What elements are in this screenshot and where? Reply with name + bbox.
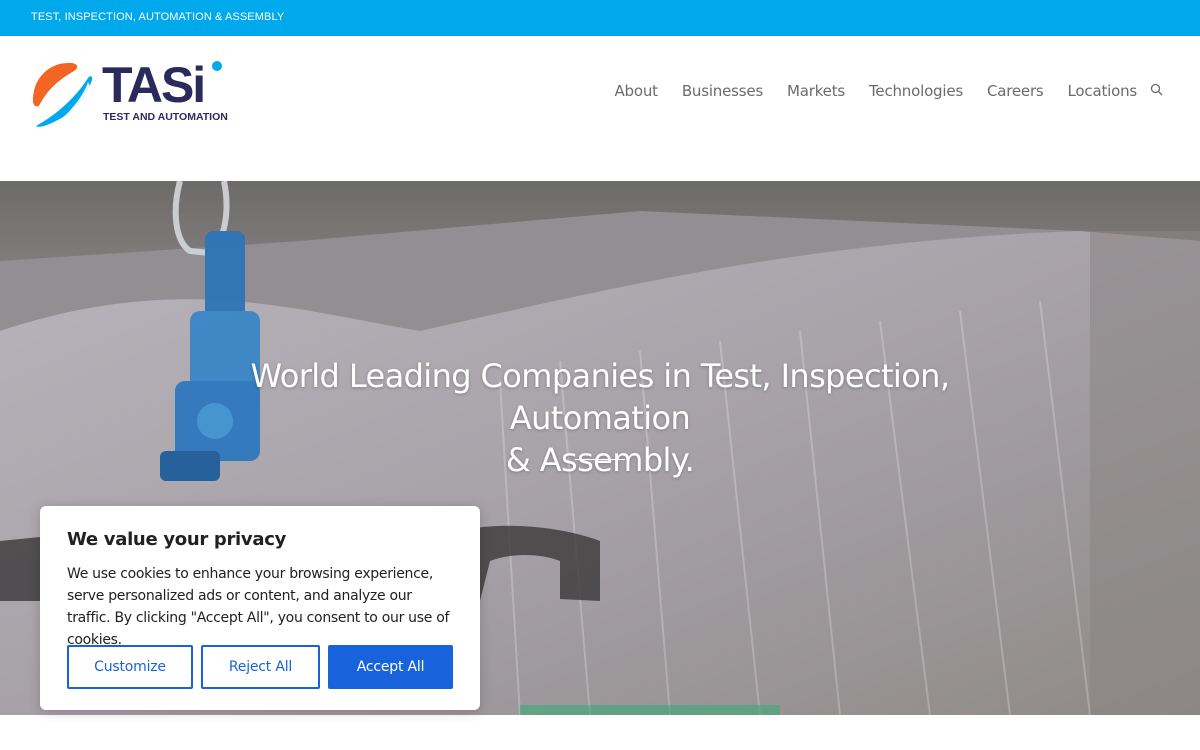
tasi-logo[interactable]: TASi TEST AND AUTOMATION (30, 50, 230, 130)
nav-businesses[interactable]: Businesses (682, 82, 763, 100)
logo-subtitle: TEST AND AUTOMATION (103, 111, 228, 123)
nav-technologies[interactable]: Technologies (869, 82, 963, 100)
site-header: TASi TEST AND AUTOMATION About Businesse… (0, 36, 1200, 181)
nav-markets[interactable]: Markets (787, 82, 845, 100)
cookie-body-text: We use cookies to enhance your browsing … (67, 566, 450, 648)
logo-wordmark: TASi (102, 57, 204, 113)
top-bar: TEST, INSPECTION, AUTOMATION & ASSEMBLY (0, 0, 1200, 36)
search-icon[interactable] (1150, 83, 1164, 97)
hero-title-line1: World Leading Companies in Test, Inspect… (250, 357, 950, 437)
nav-about[interactable]: About (614, 82, 658, 100)
hero-title-line2: & Assembly. (505, 441, 695, 479)
nav-locations[interactable]: Locations (1068, 82, 1138, 100)
hero-title: World Leading Companies in Test, Inspect… (180, 355, 1020, 481)
accept-all-button[interactable]: Accept All (328, 645, 453, 689)
customize-button[interactable]: Customize (67, 645, 193, 689)
logo-mark-icon: TASi TEST AND AUTOMATION (32, 57, 228, 127)
hero-divider (575, 459, 625, 460)
cookie-consent-banner: We value your privacy We use cookies to … (40, 506, 480, 710)
nav-careers[interactable]: Careers (987, 82, 1044, 100)
cookie-title: We value your privacy (67, 529, 286, 550)
top-bar-tagline: TEST, INSPECTION, AUTOMATION & ASSEMBLY (31, 11, 285, 23)
reject-all-button[interactable]: Reject All (201, 645, 320, 689)
main-nav: About Businesses Markets Technologies Ca… (590, 82, 1137, 100)
